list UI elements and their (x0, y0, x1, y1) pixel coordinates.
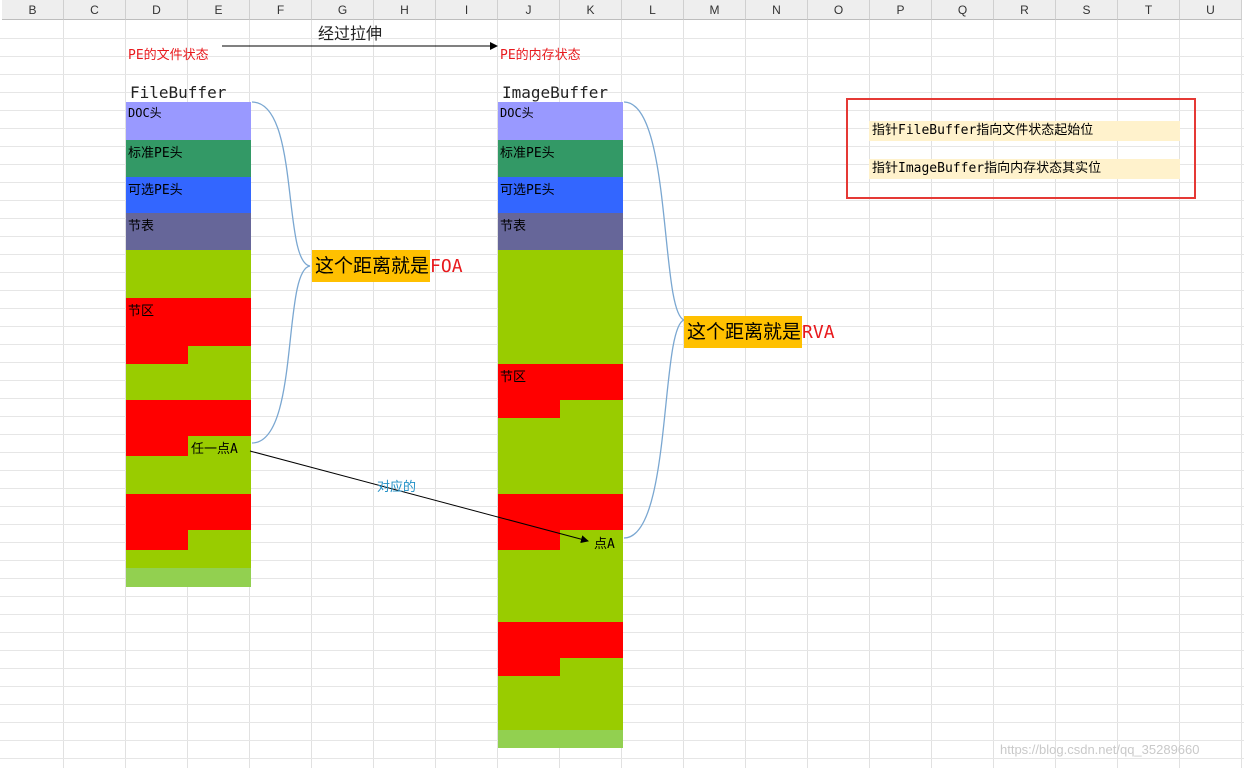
rva-callout: 这个距离就是RVA (684, 316, 835, 348)
notes-box (846, 98, 1196, 199)
mapping-arrow (249, 450, 589, 544)
note-line-1: 指针FileBuffer指向文件状态起始位 (869, 121, 1180, 141)
rva-callout-text: 这个距离就是 (684, 316, 803, 348)
spreadsheet: BCDEFGHIJKLMNOPQRSTU PE的文件状态 经过拉伸 PE的内存状… (0, 0, 1244, 768)
foa-brace (251, 101, 311, 444)
mapping-label: 对应的 (377, 480, 417, 495)
watermark: https://blog.csdn.net/qq_35289660 (1000, 742, 1200, 757)
foa-abbr: FOA (430, 256, 463, 277)
rva-brace (623, 101, 687, 539)
foa-callout-text: 这个距离就是 (312, 250, 431, 282)
note-line-2: 指针ImageBuffer指向内存状态其实位 (869, 159, 1180, 179)
rva-abbr: RVA (802, 322, 835, 343)
foa-callout: 这个距离就是FOA (312, 250, 463, 282)
